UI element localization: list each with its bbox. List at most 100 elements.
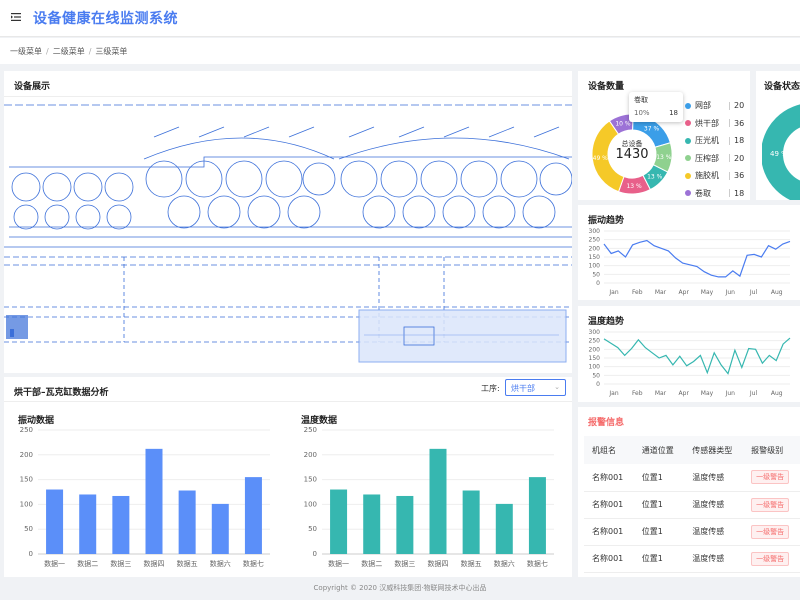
device-status-card: 设备状态 49 % <box>756 71 800 200</box>
breadcrumb: 一级菜单 / 二级菜单 / 三级菜单 <box>0 38 800 64</box>
legend-dot <box>685 137 691 144</box>
y-tick-label: 0 <box>596 381 600 388</box>
card-title: 振动趋势 <box>588 216 625 226</box>
x-tick-label: Feb <box>632 289 643 296</box>
alarm-table-header: 机组名 通道位置 传感器类型 报警级别 <box>584 436 800 464</box>
legend-label: 施胶机 <box>695 171 719 180</box>
breadcrumb-item[interactable]: 一级菜单 <box>10 47 42 56</box>
cell-sensor: 温度传感 <box>684 545 744 573</box>
status-donut-pct: 49 % <box>770 150 788 158</box>
x-tick-label: Jun <box>725 289 736 296</box>
cell-unit: 名称001 <box>584 518 634 546</box>
device-display-card: 设备展示 <box>4 71 572 373</box>
bar <box>330 489 348 554</box>
x-tick-label: 数据四 <box>144 559 165 568</box>
x-tick-label: Jul <box>749 289 758 296</box>
card-title: 设备状态 <box>764 82 800 92</box>
bar <box>495 503 513 554</box>
donut-slice-label: 37 % <box>644 126 660 133</box>
legend-dot <box>685 190 691 196</box>
x-tick-label: 数据二 <box>77 559 98 568</box>
process-label: 工序: <box>481 384 500 393</box>
footer-copyright: Copyright © 2020 汉威科技集团·物联网技术中心出品 <box>313 584 487 592</box>
temperature-bar-chart[interactable]: 0 50 100 150 200 250 数据一 数据二 数据三 数据四 数据五 数据六 数据七 <box>290 422 560 572</box>
y-tick-label: 50 <box>592 271 600 278</box>
donut-slice-label: 13 % <box>656 154 672 161</box>
table-row[interactable]: 名称001 位置1 温度传感 一级警告 <box>584 464 800 492</box>
legend-label: 烘干部 <box>695 118 719 128</box>
legend-item[interactable]: 压榨部 20 <box>685 153 745 164</box>
donut-slice-label: 13 % <box>626 183 642 190</box>
y-tick-label: 150 <box>304 476 317 484</box>
vibration-trend-chart[interactable]: 0 50100 150 200250 300 Jan Feb Mar Apr May Jun Jul A… <box>578 227 800 299</box>
y-tick-label: 200 <box>304 451 317 459</box>
x-tick-label: Aug <box>771 390 783 397</box>
vibration-bar-chart[interactable]: 0 50 100 150 200 250 数据一 数据二 数据三 数据四 数据五 数据六 数据七 <box>6 422 276 572</box>
y-tick-label: 150 <box>589 254 601 261</box>
app-title: 设备健康在线监测系统 <box>33 11 178 27</box>
process-select-value: 烘干部 <box>511 384 535 393</box>
bar <box>528 477 546 554</box>
legend-value: 36 <box>734 171 745 180</box>
x-tick-label: 数据四 <box>428 559 449 568</box>
equipment-blueprint-image[interactable] <box>4 97 572 367</box>
temperature-trend-chart[interactable]: 0 50100 150 200250 300 Jan Feb Mar Apr May Jun Jul A… <box>578 328 800 400</box>
x-tick-label: May <box>701 390 714 397</box>
x-tick-label: 数据三 <box>110 559 131 568</box>
chevron-down-icon: ⌄ <box>554 383 560 391</box>
donut-slice-label: 13 % <box>647 174 663 181</box>
donut-slice-label: 49 % <box>593 155 609 162</box>
series-line <box>603 337 791 375</box>
breadcrumb-item[interactable]: 二级菜单 <box>53 47 85 56</box>
y-tick-label: 100 <box>589 364 601 371</box>
legend-item[interactable]: 网部 20 <box>685 100 745 111</box>
legend-dot <box>685 155 691 161</box>
cell-level: 一级警告 <box>743 464 800 492</box>
bar <box>396 495 414 554</box>
x-tick-label: 数据一 <box>44 559 65 568</box>
breadcrumb-item[interactable]: 三级菜单 <box>95 47 127 56</box>
y-tick-label: 150 <box>589 355 601 362</box>
y-tick-label: 100 <box>20 500 33 508</box>
menu-fold-icon[interactable] <box>11 12 21 22</box>
x-tick-label: Jan <box>608 390 618 397</box>
table-row[interactable]: 名称001 位置1 温度传感 一级警告 <box>584 545 800 573</box>
card-title: 报警信息 <box>588 418 625 428</box>
donut-center-value: 1430 <box>615 147 649 162</box>
bar <box>178 490 196 554</box>
x-tick-label: 数据五 <box>461 559 482 568</box>
y-tick-label: 200 <box>20 451 33 459</box>
x-tick-label: 数据二 <box>361 559 382 568</box>
legend-item[interactable]: 施胶机 36 <box>685 170 745 181</box>
cell-position: 位置1 <box>633 491 685 519</box>
bar <box>244 477 262 554</box>
y-tick-label: 250 <box>589 237 601 244</box>
cell-unit: 名称001 <box>584 491 634 519</box>
bar <box>79 494 97 554</box>
y-tick-label: 250 <box>304 426 317 434</box>
y-tick-label: 200 <box>589 346 601 353</box>
col-header: 通道位置 <box>633 436 685 464</box>
x-tick-label: 数据一 <box>328 559 349 568</box>
legend-item[interactable]: 烘干部 36 <box>685 118 745 129</box>
cell-level: 一级警告 <box>743 545 800 573</box>
y-tick-label: 300 <box>589 329 601 336</box>
y-tick-label: 50 <box>24 525 33 533</box>
alarm-table: 机组名 通道位置 传感器类型 报警级别 名称001 位置1 温度传感 一级警告 … <box>584 436 800 573</box>
y-tick-label: 250 <box>20 426 33 434</box>
x-tick-label: Mar <box>655 289 667 296</box>
process-select[interactable]: 烘干部 ⌄ <box>505 379 566 396</box>
legend-item[interactable]: 压光机 18 <box>685 135 745 146</box>
cell-position: 位置1 <box>633 545 685 573</box>
tooltip-pct: 10% <box>634 109 650 117</box>
table-row[interactable]: 名称001 位置1 温度传感 一级警告 <box>584 491 800 519</box>
legend-label: 压光机 <box>695 136 719 145</box>
legend-item[interactable]: 卷取 18 <box>685 188 745 199</box>
legend-value: 18 <box>734 136 745 145</box>
y-tick-label: 50 <box>308 525 317 533</box>
x-tick-label: 数据三 <box>394 559 415 568</box>
card-title: 温度趋势 <box>588 317 625 327</box>
cell-unit: 名称001 <box>584 464 634 492</box>
table-row[interactable]: 名称001 位置1 温度传感 一级警告 <box>584 518 800 546</box>
tooltip-name: 卷取 <box>634 96 648 104</box>
